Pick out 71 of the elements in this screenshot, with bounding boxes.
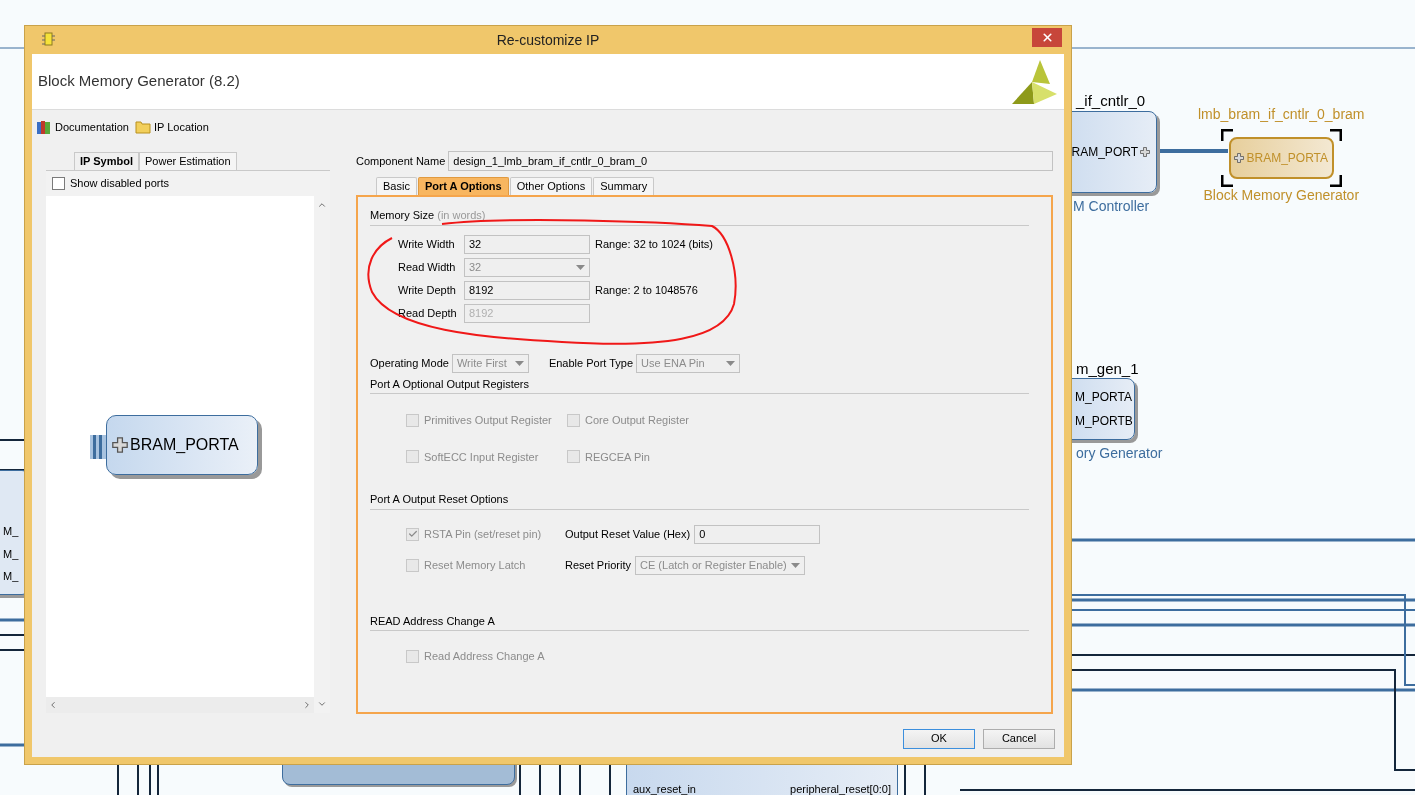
dialog-button[interactable]: Cancel	[983, 728, 1055, 749]
port-label: M_PORTA	[1075, 389, 1133, 406]
section-title: Port A Optional Output Registers	[370, 375, 1029, 394]
checkbox-label: Reset Memory Latch	[424, 557, 526, 573]
port-label: peripheral_reset[0:0]	[790, 782, 891, 795]
field-label: Operating Mode	[370, 355, 449, 371]
input-field[interactable]: 32	[464, 234, 590, 254]
checkbox-label: Core Output Register	[585, 413, 689, 428]
caret-icon	[576, 264, 585, 270]
tab[interactable]: Power Estimation	[139, 152, 237, 170]
toolbar-link[interactable]: IP Location	[135, 118, 209, 136]
block-name: m_gen_1	[1076, 359, 1139, 379]
caret-icon	[791, 562, 801, 568]
port-label: BRAM_PORTA	[1246, 150, 1329, 167]
tab[interactable]: Port A Options	[417, 177, 509, 195]
window-title: Re-customize IP	[496, 30, 600, 50]
horizontal-scrollbar[interactable]	[46, 697, 314, 713]
chip-icon	[40, 32, 56, 48]
field-label: Read Depth	[398, 305, 458, 321]
section-title: Memory Size (in words)	[370, 207, 1029, 226]
block-caption: ory Generator	[1076, 444, 1163, 463]
dialog-button[interactable]: OK	[903, 728, 975, 749]
field-label: Read Width	[398, 259, 457, 275]
port-label: M_	[3, 546, 20, 562]
books-icon	[36, 119, 52, 135]
checkbox-label: SoftECC Input Register	[424, 449, 539, 465]
checkbox[interactable]	[52, 177, 65, 190]
caret-icon	[514, 360, 524, 366]
block-name: _if_cntlr_0	[1076, 91, 1146, 111]
range-hint: Range: 32 to 1024 (bits)	[595, 236, 714, 252]
folder-icon	[135, 120, 151, 134]
port-label: M_	[3, 524, 20, 539]
component-name-field[interactable]: design_1_lmb_bram_if_cntlr_0_bram_0	[448, 151, 1053, 171]
port-label: BRAM_PORTA	[130, 434, 239, 455]
port-label: aux_reset_in	[633, 782, 696, 795]
plus-icon	[1140, 147, 1150, 157]
field-label: Output Reset Value (Hex)	[565, 526, 691, 542]
field-label: Enable Port Type	[548, 355, 634, 371]
plus-icon	[112, 436, 128, 453]
range-hint: Range: 2 to 1048576	[595, 282, 698, 298]
ip-heading: Block Memory Generator (8.2)	[38, 71, 240, 92]
field-label: Write Width	[398, 236, 456, 252]
block-caption: Block Memory Generator	[1203, 186, 1360, 205]
checkbox-label: Read Address Change A	[424, 649, 545, 664]
tab[interactable]: Basic	[376, 177, 417, 195]
plus-icon	[1234, 153, 1245, 163]
block-caption: M Controller	[1073, 197, 1150, 216]
tab[interactable]: Summary	[593, 177, 655, 195]
field-label: Write Depth	[398, 282, 457, 298]
checkbox-label: Primitives Output Register	[424, 413, 552, 428]
tab[interactable]: IP Symbol	[74, 152, 139, 170]
toolbar-link[interactable]: Documentation	[36, 118, 129, 136]
section-title: READ Address Change A	[370, 612, 1029, 631]
tab[interactable]: Other Options	[509, 177, 593, 195]
checkbox-label: Show disabled ports	[70, 176, 170, 192]
block-name: lmb_bram_if_cntlr_0_bram	[1198, 105, 1365, 124]
close-icon	[1040, 31, 1054, 44]
field-label: Component Name	[356, 153, 446, 169]
port-label: M_PORTB	[1075, 413, 1134, 430]
field-label: Reset Priority	[565, 557, 632, 573]
selection-handles-icon	[1220, 129, 1342, 187]
input-field[interactable]: 0	[694, 524, 821, 544]
caret-icon	[726, 360, 736, 366]
section-title: Port A Output Reset Options	[370, 491, 1029, 510]
input-field[interactable]: 8192	[464, 280, 590, 300]
bus-port-icon	[90, 434, 106, 459]
port-label: M_	[3, 569, 20, 584]
port-label: RAM_PORT	[1071, 144, 1138, 161]
close-button[interactable]	[1032, 28, 1062, 47]
checkbox-label: REGCEA Pin	[585, 449, 650, 465]
checkbox-label: RSTA Pin (set/reset pin)	[424, 526, 542, 542]
